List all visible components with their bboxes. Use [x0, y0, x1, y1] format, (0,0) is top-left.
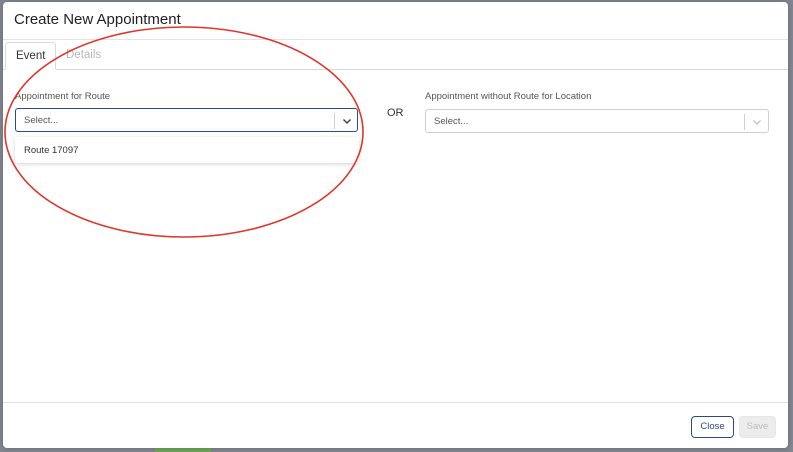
- location-select-placeholder: Select...: [434, 116, 469, 127]
- route-select[interactable]: Select...: [15, 108, 358, 132]
- tab-bar: Event Details: [3, 40, 788, 70]
- route-option[interactable]: Route 17097: [24, 145, 78, 156]
- route-dropdown-menu: Route 17097: [15, 137, 359, 163]
- location-select-separator: [744, 114, 745, 130]
- dialog-header: Create New Appointment: [3, 2, 788, 40]
- tab-event[interactable]: Event: [5, 42, 57, 70]
- route-field-label: Appointment for Route: [15, 91, 111, 102]
- or-separator: OR: [387, 107, 404, 119]
- location-field-label: Appointment without Route for Location: [425, 91, 592, 102]
- chevron-down-icon[interactable]: [751, 116, 763, 128]
- route-select-placeholder: Select...: [24, 115, 59, 126]
- dialog-footer: Close Save: [3, 402, 788, 449]
- location-select[interactable]: Select...: [425, 109, 769, 133]
- close-button[interactable]: Close: [691, 416, 734, 438]
- route-select-separator: [334, 113, 335, 129]
- save-button[interactable]: Save: [739, 416, 776, 438]
- tab-details[interactable]: Details: [56, 42, 111, 68]
- chevron-down-icon[interactable]: [341, 115, 353, 127]
- create-appointment-dialog: Create New Appointment Event Details App…: [3, 2, 788, 448]
- dialog-title: Create New Appointment: [14, 11, 181, 28]
